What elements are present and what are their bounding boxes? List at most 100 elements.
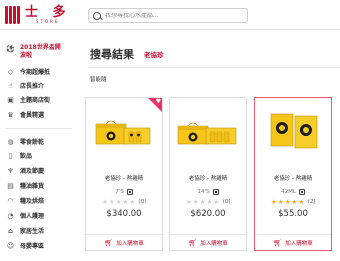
star-icon: ★ <box>122 198 129 206</box>
sidebar-item-personal-care[interactable]: ◔ 個人護理 <box>6 211 45 221</box>
product-name[interactable]: 老協珍 - 熬雞精 <box>86 174 162 182</box>
sidebar: ⚽ 2018世界盃開 波啦 ◇ 今期超爆抵 ☝ 店長推介 ▣ 主題商店街 ♛ 會… <box>0 30 78 261</box>
add-to-cart-label: 加入購物車 <box>285 240 313 247</box>
star-icon: ★ <box>108 198 115 206</box>
search-keyword: 老協珍 <box>144 51 164 59</box>
spec-label: 42ML <box>281 189 296 195</box>
sidebar-item-grocery[interactable]: ▤ 糧油雜貨 <box>6 181 45 191</box>
product-price: $340.00 <box>106 209 142 219</box>
logo-subtext: STORE <box>36 19 60 24</box>
sidebar-item-drinks[interactable]: ▯ 飲品 <box>6 151 33 161</box>
product-image[interactable] <box>255 106 331 158</box>
search-icon[interactable] <box>93 11 101 20</box>
sidebar-item-wine[interactable]: ♆ 酒及節慶 <box>6 166 45 176</box>
rating-count: (0) <box>138 199 147 205</box>
add-to-cart-button[interactable]: 🛒︎ 加入購物車 <box>255 234 331 250</box>
product-price: $620.00 <box>190 209 226 219</box>
product-image[interactable] <box>170 106 246 158</box>
store-icon: ▣ <box>7 95 14 104</box>
product-image[interactable] <box>86 106 162 158</box>
sidebar-item-label: 主題商店街 <box>20 97 51 104</box>
sidebar-item-label: 飲品 <box>20 153 33 160</box>
sidebar-item-hot-deals[interactable]: ◇ 今期超爆抵 <box>6 67 51 77</box>
product-spec: 14'S <box>170 189 246 195</box>
sidebar-item-label: 個人護理 <box>20 213 45 220</box>
star-icon: ★ <box>199 198 206 206</box>
star-icon: ★ <box>192 198 199 206</box>
star-icon: ★ <box>298 198 305 206</box>
sidebar-item-label: 酒及節慶 <box>20 168 45 175</box>
add-to-cart-button[interactable]: 🛒︎ 加入購物車 <box>170 234 246 250</box>
star-icon: ★ <box>277 198 284 206</box>
sidebar-item-label: 零食餅乾 <box>20 139 45 146</box>
product-card[interactable]: ♥ 老協珍 - 熬雞精 7'S ★ ★ ★ ★ ★ (0) $340.00 🛒︎… <box>85 97 163 251</box>
thumbs-up-icon: ☝ <box>8 81 13 90</box>
sidebar-item-label: 會員精選 <box>20 112 45 119</box>
sidebar-item-label: 2018世界盃開 波啦 <box>20 44 61 59</box>
sidebar-item-label: 糧油雜貨 <box>20 183 45 190</box>
cart-icon: 🛒︎ <box>188 238 198 247</box>
sidebar-item-baby[interactable]: ☺ 母嬰專區 <box>6 241 45 251</box>
sidebar-item-recommended[interactable]: ☝ 店長推介 <box>6 81 44 91</box>
search-box[interactable] <box>88 8 248 23</box>
rating: ★ ★ ★ ★ ★ (0) <box>170 198 246 206</box>
add-to-cart-label: 加入購物車 <box>116 240 144 247</box>
spec-label: 14'S <box>197 189 210 195</box>
add-to-cart-label: 加入購物車 <box>200 240 228 247</box>
wine-icon: ♆ <box>7 166 14 175</box>
rating: ★ ★ ★ ★ ★ (0) <box>86 198 162 206</box>
star-icon: ★ <box>206 198 213 206</box>
sort-dropdown[interactable]: 智能隨 <box>90 75 107 83</box>
cart-icon: 🛒︎ <box>104 238 114 247</box>
star-icon: ★ <box>186 198 192 206</box>
logo-mark-icon <box>4 5 21 25</box>
sidebar-item-members[interactable]: ♛ 會員精選 <box>6 110 45 120</box>
store-logo[interactable]: 士 多 STORE <box>4 4 71 26</box>
spec-box-icon <box>212 189 219 195</box>
bakery-icon: ◠ <box>7 196 14 205</box>
rating-count: (0) <box>222 199 231 205</box>
page-title: 搜尋結果 <box>90 48 134 61</box>
star-icon: ★ <box>129 198 136 206</box>
star-icon: ★ <box>102 198 108 206</box>
cup-icon: ▯ <box>8 151 13 160</box>
crown-icon: ♛ <box>7 110 14 119</box>
product-name[interactable]: 老協珍 - 熬雞精 <box>255 174 331 182</box>
product-spec: 42ML <box>255 189 331 195</box>
home-icon: ⌂ <box>7 226 13 235</box>
sidebar-item-label: 今期超爆抵 <box>20 69 51 76</box>
title-divider <box>88 67 340 68</box>
rating-count: (2) <box>307 199 316 205</box>
product-price: $55.00 <box>278 209 308 219</box>
search-input[interactable] <box>105 12 245 19</box>
logo-text: 士 多 <box>25 5 71 20</box>
star-icon: ★ <box>291 198 298 206</box>
sidebar-item-theme-stores[interactable]: ▣ 主題商店街 <box>6 95 51 105</box>
soccer-icon: ⚽ <box>6 44 15 53</box>
product-name[interactable]: 老協珍 - 熬雞精 <box>170 174 246 182</box>
star-icon: ★ <box>271 198 277 206</box>
star-icon: ★ <box>115 198 122 206</box>
sidebar-item-world-cup[interactable]: ⚽ 2018世界盃開 波啦 <box>6 44 61 60</box>
heart-icon[interactable]: ♥ <box>156 99 161 105</box>
main-content: 搜尋結果 老協珍 智能隨 ♥ 老協珍 - 熬雞精 7'S ★ ★ ★ ★ ★ (… <box>78 30 340 261</box>
care-icon: ◔ <box>7 211 14 220</box>
sidebar-item-bakery[interactable]: ◠ 糧及烘焙 <box>6 196 44 206</box>
spec-box-icon <box>126 189 133 195</box>
product-card[interactable]: 老協珍 - 熬雞精 42ML ★ ★ ★ ★ ★ (2) $55.00 🛒︎ 加… <box>254 97 332 251</box>
spec-box-icon <box>298 189 305 195</box>
sidebar-item-snacks[interactable]: ◍ 零食餅乾 <box>6 137 45 147</box>
rating: ★ ★ ★ ★ ★ (2) <box>255 198 331 206</box>
star-icon: ★ <box>284 198 291 206</box>
product-card[interactable]: 老協珍 - 熬雞精 14'S ★ ★ ★ ★ ★ (0) $620.00 🛒︎ … <box>169 97 247 251</box>
sidebar-item-label: 母嬰專區 <box>20 243 45 250</box>
product-spec: 7'S <box>86 189 162 195</box>
baby-icon: ☺ <box>6 241 15 250</box>
cart-icon: 🛒︎ <box>273 238 283 247</box>
sidebar-item-label: 家居生活 <box>20 228 45 235</box>
add-to-cart-button[interactable]: 🛒︎ 加入購物車 <box>86 234 162 250</box>
grocery-icon: ▤ <box>7 181 14 190</box>
sidebar-divider <box>6 128 72 129</box>
tag-icon: ◇ <box>7 67 14 76</box>
sidebar-item-home[interactable]: ⌂ 家居生活 <box>6 226 45 236</box>
